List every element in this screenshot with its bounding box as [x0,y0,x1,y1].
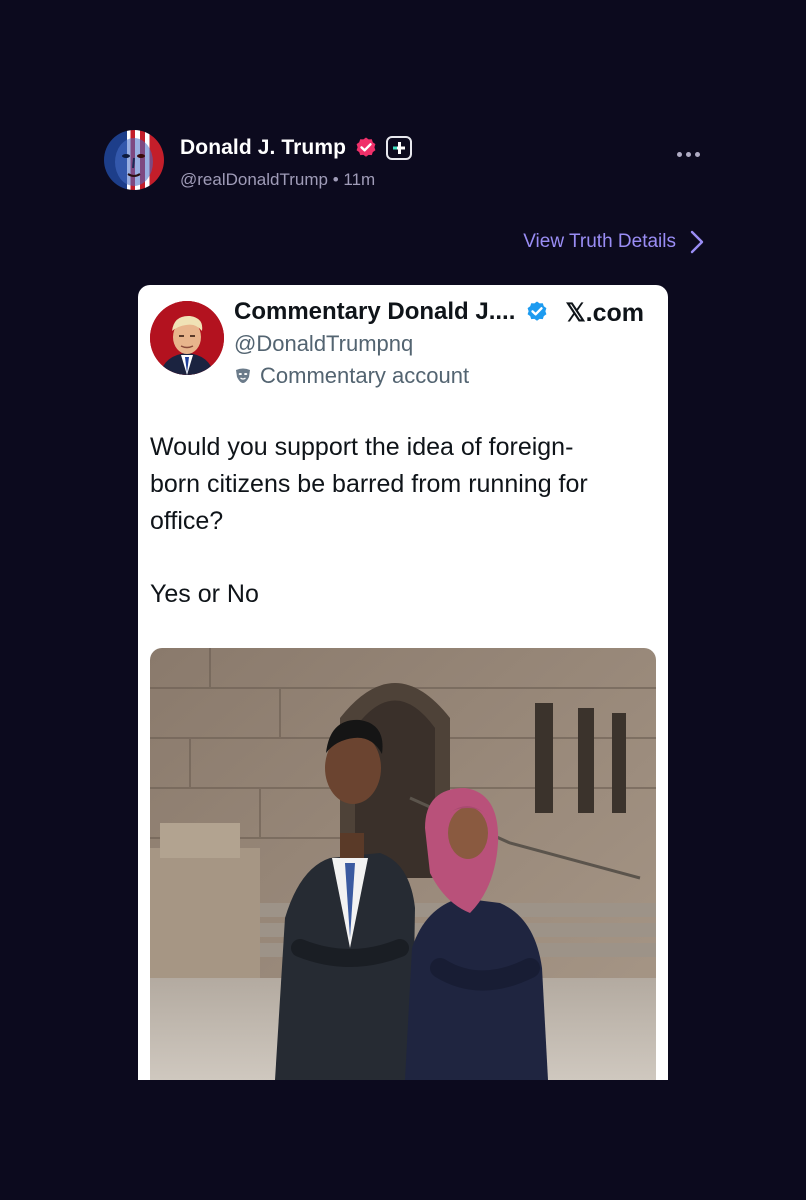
mask-icon [236,368,250,383]
author-meta: @realDonaldTrump • 11m [180,170,375,190]
blue-check-icon [527,301,547,321]
tweet-text-line: Yes or No [150,580,259,608]
tweet-name-row: Commentary Donald J.... [234,298,549,326]
meta-separator: • [332,170,339,189]
view-truth-details-label: View Truth Details [523,231,676,252]
x-source-label: 𝕏.com [565,299,645,327]
commentary-account-label: Commentary account [260,363,470,388]
author-avatar[interactable] [104,130,164,190]
tweet-text-line: Would you support the idea of foreign- [150,433,574,461]
verified-badge-icon [356,137,376,157]
author-name-row: Donald J. Trump [180,136,413,160]
photo-two-people-government-building [150,648,656,1080]
tweet-author-avatar [150,301,224,375]
tweet-text: Would you support the idea of foreign- b… [150,429,650,613]
patriotic-face-avatar-icon [115,138,153,186]
tweet-text-line: office? [150,507,224,535]
tweet-handle: @DonaldTrumpnq [234,331,414,356]
author-handle[interactable]: @realDonaldTrump [180,170,328,189]
tweet-photo[interactable] [150,648,656,1080]
trump-portrait-icon [150,301,224,375]
embedded-tweet-card[interactable]: Commentary Donald J.... 𝕏.com @DonaldTru… [138,285,668,1080]
chevron-right-icon [690,230,704,254]
tweet-display-name: Commentary Donald J.... [234,298,516,325]
truth-plus-icon [386,136,413,160]
post-time[interactable]: 11m [343,170,375,189]
view-truth-details-link[interactable]: View Truth Details [523,230,704,254]
author-name[interactable]: Donald J. Trump [180,136,346,160]
commentary-account-row: Commentary account [234,363,469,389]
more-options-icon[interactable] [677,152,700,157]
tweet-text-line: born citizens be barred from running for [150,470,588,498]
post-header: Donald J. Trump @realDonaldTrump • 11m [104,130,704,194]
